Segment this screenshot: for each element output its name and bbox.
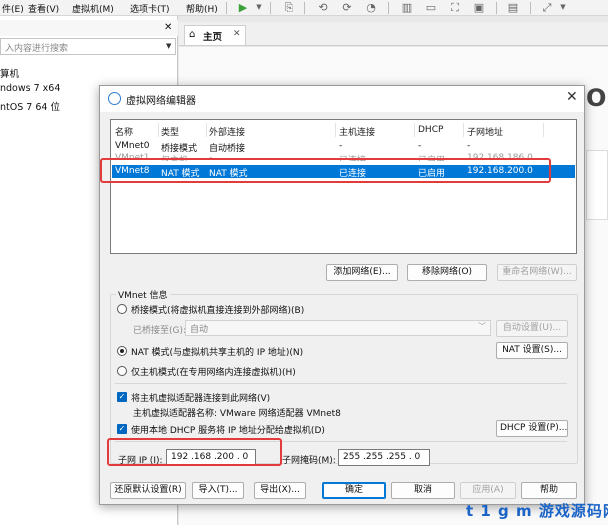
home-icon: ⌂ — [189, 29, 196, 40]
tab-home[interactable]: ⌂ 主页 ✕ — [184, 25, 246, 45]
bridged-to-label: 已桥接至(G): — [133, 326, 187, 336]
nat-radio-label[interactable]: NAT 模式(与虚拟机共享主机的 IP 地址)(N) — [131, 345, 303, 358]
export-button[interactable]: 导出(X)... — [254, 482, 306, 499]
subnet-mask-input[interactable]: 255 .255 .255 . 0 — [338, 449, 430, 466]
column-header-type[interactable]: 类型 — [161, 125, 179, 138]
dialog-title-bar: 虚拟网络编辑器 ✕ — [100, 86, 584, 112]
unity-icon[interactable]: ▣ — [472, 1, 486, 14]
snapshot-icon[interactable]: ⟲ — [316, 1, 330, 14]
dhcp-label[interactable]: 使用本地 DHCP 服务将 IP 地址分配给虚拟机(D) — [131, 423, 325, 436]
column-divider — [158, 123, 159, 137]
column-header-subnet[interactable]: 子网地址 — [467, 125, 503, 138]
remove-network-button[interactable]: 移除网络(O) — [407, 264, 487, 281]
library-header: ✕ — [0, 20, 178, 36]
toolbar-separator — [270, 2, 271, 14]
tab-close-icon[interactable]: ✕ — [233, 29, 241, 39]
column-header-host[interactable]: 主机连接 — [339, 125, 375, 138]
host-only-radio-label[interactable]: 仅主机模式(在专用网络内连接虚拟机)(H) — [131, 365, 296, 378]
restore-defaults-button[interactable]: 还原默认设置(R) — [110, 482, 186, 499]
column-divider — [414, 123, 415, 137]
divider — [115, 383, 567, 384]
column-divider — [463, 123, 464, 137]
toolbar-separator — [226, 2, 227, 14]
column-divider — [206, 123, 207, 137]
library-close-icon[interactable]: ✕ — [164, 22, 172, 33]
import-button[interactable]: 导入(T)... — [192, 482, 244, 499]
toolbar-separator — [388, 2, 389, 14]
column-divider — [335, 123, 336, 137]
cell-dhcp: - — [418, 141, 422, 151]
snapshot-manager-icon[interactable]: ◔ — [364, 1, 378, 14]
highlight-box-vmnet8 — [100, 158, 551, 183]
library-view-icon[interactable]: ▥ — [400, 1, 414, 14]
close-icon[interactable]: ✕ — [566, 89, 578, 105]
network-globe-icon — [108, 92, 121, 105]
ok-button[interactable]: 确定 — [322, 482, 386, 499]
auto-settings-button[interactable]: 自动设置(U)... — [496, 320, 568, 337]
menu-edit[interactable]: 件(E) — [2, 2, 24, 15]
column-divider — [543, 123, 544, 137]
vmnet-info-label: VMnet 信息 — [116, 288, 170, 301]
add-network-button[interactable]: 添加网络(E)... — [326, 264, 398, 281]
console-view-icon[interactable]: ▤ — [506, 1, 520, 14]
virtual-network-editor-dialog: 虚拟网络编辑器 ✕ 名称 类型 外部连接 主机连接 DHCP 子网地址 VMne… — [99, 85, 585, 505]
cell-name: VMnet0 — [115, 141, 150, 151]
connect-adapter-label[interactable]: 将主机虚拟适配器连接到此网络(V) — [131, 391, 270, 404]
tree-item-centos7[interactable]: ntOS 7 64 位 — [0, 99, 60, 113]
home-card[interactable] — [586, 150, 608, 220]
menu-vm[interactable]: 虚拟机(M) — [72, 2, 114, 15]
library-search-input[interactable]: 入内容进行搜索 — [0, 38, 176, 55]
dialog-title: 虚拟网络编辑器 — [126, 96, 196, 107]
rename-network-button[interactable]: 重命名网络(W)... — [497, 264, 577, 281]
nat-settings-button[interactable]: NAT 设置(S)... — [496, 342, 568, 359]
nat-radio[interactable] — [117, 346, 127, 356]
tree-item-windows7[interactable]: ndows 7 x64 — [0, 83, 60, 94]
cancel-button[interactable]: 取消 — [391, 482, 455, 499]
column-header-external[interactable]: 外部连接 — [209, 125, 245, 138]
cell-subnet: - — [467, 141, 471, 151]
adapter-name-text: 主机虚拟适配器名称: VMware 网络适配器 VMnet8 — [133, 409, 341, 419]
bridged-radio-label[interactable]: 桥接模式(将虚拟机直接连接到外部网络)(B) — [131, 303, 304, 316]
toolbar-separator — [496, 2, 497, 14]
column-header-name[interactable]: 名称 — [115, 125, 133, 138]
toolbar-separator — [530, 2, 531, 14]
power-dropdown-icon[interactable]: ▼ — [252, 1, 266, 14]
menu-tabs[interactable]: 选项卡(T) — [130, 2, 170, 15]
site-watermark: t 1 g m 游戏源码网 — [466, 502, 608, 520]
host-only-radio[interactable] — [117, 366, 127, 376]
power-on-icon[interactable]: ▶ — [236, 1, 250, 14]
network-table: 名称 类型 外部连接 主机连接 DHCP 子网地址 VMnet0 桥接模式 自动… — [110, 119, 577, 254]
menu-view[interactable]: 查看(V) — [28, 2, 59, 15]
toolbar-separator — [304, 2, 305, 14]
menu-bar: 件(E) 查看(V) 虚拟机(M) 选项卡(T) 帮助(H) ▶ ▼ ⎘ ⟲ ⟳… — [0, 0, 608, 16]
workstation-logo: OR — [586, 84, 608, 112]
send-keys-icon[interactable]: ⎘ — [282, 1, 296, 14]
tree-item-computer[interactable]: 算机 — [0, 66, 19, 80]
bridged-to-select[interactable]: 自动 — [185, 320, 491, 336]
help-button[interactable]: 帮助 — [521, 482, 577, 499]
table-row[interactable]: VMnet0 桥接模式 自动桥接 - - - — [112, 140, 575, 154]
revert-snapshot-icon[interactable]: ⟳ — [340, 1, 354, 14]
highlight-box-subnet-ip — [107, 438, 282, 466]
tab-home-label: 主页 — [203, 32, 223, 43]
thumbnail-view-icon[interactable]: ▭ — [424, 1, 438, 14]
full-screen-icon[interactable]: ⛶ — [448, 1, 462, 14]
chevron-down-icon[interactable]: ﹀ — [478, 321, 486, 332]
apply-button[interactable]: 应用(A) — [460, 482, 516, 499]
bridged-radio[interactable] — [117, 304, 127, 314]
dhcp-checkbox[interactable]: ✓ — [117, 424, 127, 434]
connect-adapter-checkbox[interactable]: ✓ — [117, 392, 127, 402]
subnet-mask-label: 子网掩码(M): — [282, 456, 336, 466]
menu-help[interactable]: 帮助(H) — [186, 2, 218, 15]
stretch-icon[interactable]: ⤢ — [540, 1, 554, 14]
dhcp-settings-button[interactable]: DHCP 设置(P)... — [496, 420, 568, 437]
stretch-dropdown-icon[interactable]: ▼ — [556, 1, 570, 14]
cell-host: - — [339, 141, 343, 151]
search-dropdown-icon[interactable]: ▼ — [166, 42, 171, 50]
column-header-dhcp[interactable]: DHCP — [418, 125, 443, 135]
